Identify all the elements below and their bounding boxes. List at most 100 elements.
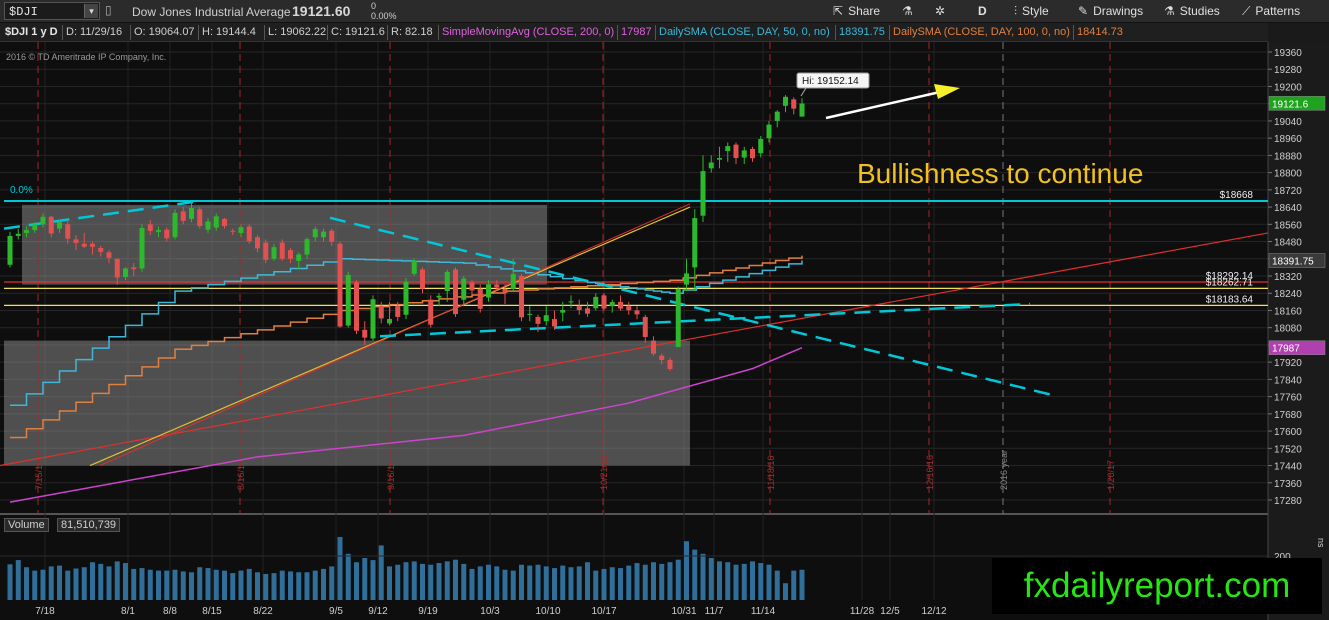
volume-bar: [81, 567, 87, 600]
y-tick-label: 17440: [1274, 462, 1302, 473]
y-tick-label: 17360: [1274, 479, 1302, 490]
info-open: O: 19064.07: [134, 26, 195, 38]
volume-bar: [700, 553, 706, 600]
volume-bar: [263, 573, 269, 600]
candle-body: [32, 224, 38, 231]
candle-body: [444, 271, 450, 292]
volume-bar: [774, 570, 780, 600]
volume-bar: [717, 561, 722, 600]
share-button[interactable]: ⇱ Share: [833, 0, 880, 23]
candles-icon: ⫶: [1014, 4, 1018, 18]
y-tick-label: 19280: [1274, 65, 1302, 76]
candle-body: [651, 340, 656, 354]
flask-button[interactable]: ⚗: [902, 0, 918, 23]
sma100-value: 18414.73: [1077, 26, 1123, 38]
volume-bar: [213, 569, 219, 600]
volume-bar: [799, 569, 805, 600]
volume-bar: [750, 561, 755, 600]
symbol-lookup-icon[interactable]: ▯: [105, 3, 119, 19]
sma200-label[interactable]: SimpleMovingAvg (CLOSE, 200, 0): [442, 26, 614, 38]
annotation-text: Bullishness to continue: [857, 158, 1144, 189]
drawings-button[interactable]: ✎ Drawings: [1078, 0, 1143, 23]
candle-body: [123, 268, 128, 278]
y-tick-label: 19200: [1274, 82, 1302, 93]
volume-bar: [362, 558, 368, 600]
info-high: H: 19144.4: [202, 26, 256, 38]
candle-body: [164, 229, 170, 239]
volume-bar: [684, 541, 689, 600]
volume-bar: [733, 564, 739, 600]
change-value: 0: [371, 1, 377, 11]
volume-bar: [741, 563, 747, 600]
candle-body: [486, 284, 491, 298]
candle-body: [428, 299, 434, 325]
volume-bar: [271, 573, 277, 600]
patterns-label: Patterns: [1255, 4, 1301, 18]
info-range: R: 82.18: [391, 26, 433, 38]
patterns-button[interactable]: ⟋ Patterns: [1242, 0, 1300, 23]
candle-body: [543, 315, 549, 322]
price-bubble-label: 17987: [1272, 344, 1300, 355]
y-tick-label: 17280: [1274, 496, 1302, 507]
volume-bar: [378, 545, 384, 600]
candle-body: [139, 227, 145, 269]
x-tick-label: 10/3: [480, 606, 500, 617]
x-tick-label: 9/12: [368, 606, 388, 617]
candle-body: [403, 281, 409, 315]
candle-body: [758, 139, 764, 154]
price-chart[interactable]: 7/15/16 8/16/16 9/16/16 10/21/16 11/18/16 12/…: [0, 42, 1329, 620]
y-tick-label: 18720: [1274, 186, 1302, 197]
x-tick-label: 8/1: [121, 606, 135, 617]
candle-body: [106, 252, 112, 258]
volume-bar: [172, 569, 178, 600]
volume-bar: [667, 562, 673, 600]
y-tick-label: 18480: [1274, 238, 1302, 249]
chart-title[interactable]: $DJI 1 y D: [5, 26, 58, 38]
y-tick-label: 17920: [1274, 358, 1302, 369]
volume-bar: [387, 566, 392, 600]
time-marker-label: 10/21/16: [599, 455, 609, 490]
time-marker-label: 11/18/16: [766, 456, 776, 490]
settings-button[interactable]: ✲: [935, 0, 950, 23]
y-tick-label: 17680: [1274, 410, 1302, 421]
candle-body: [684, 273, 689, 285]
candle-body: [708, 162, 714, 169]
candle-body: [205, 221, 211, 230]
sma100-label[interactable]: DailySMA (CLOSE, DAY, 100, 0, no): [893, 26, 1070, 38]
volume-bar: [131, 568, 137, 600]
volume-bar: [370, 560, 376, 600]
studies-button[interactable]: ⚗ Studies: [1164, 0, 1220, 23]
candle-body: [535, 316, 541, 324]
candle-body: [263, 242, 269, 260]
y-tick-label: 18800: [1274, 169, 1302, 180]
info-date: D: 11/29/16: [66, 26, 123, 38]
candle-body: [90, 243, 95, 247]
volume-bar: [502, 569, 508, 600]
candle-body: [81, 243, 87, 247]
candle-body: [420, 269, 425, 289]
volume-label[interactable]: Volume: [4, 518, 49, 532]
volume-bar: [15, 560, 21, 600]
instrument-name: Dow Jones Industrial Average: [132, 5, 291, 19]
volume-bar: [164, 570, 170, 600]
volume-bar: [766, 564, 772, 600]
last-price: 19121.60: [292, 3, 351, 19]
style-button[interactable]: ⫶ Style: [1014, 0, 1049, 23]
volume-bar: [288, 571, 293, 600]
candle-body: [692, 218, 698, 268]
info-low: L: 19062.22: [268, 26, 327, 38]
volume-bar: [510, 570, 516, 600]
candle-body: [618, 301, 623, 309]
x-tick-label: 10/31: [671, 606, 696, 617]
aggregation-button[interactable]: D: [978, 0, 987, 23]
sma50-label[interactable]: DailySMA (CLOSE, DAY, 50, 0, no): [659, 26, 830, 38]
symbol-dropdown-icon[interactable]: ▾: [84, 4, 98, 18]
y-tick-label: 18960: [1274, 134, 1302, 145]
candle-body: [131, 267, 137, 270]
candle-body: [469, 282, 475, 291]
candle-body: [172, 212, 178, 238]
candle-body: [180, 211, 186, 221]
symbol-input[interactable]: $DJI ▾: [4, 2, 100, 20]
volume-bar: [601, 568, 607, 600]
volume-bar: [436, 563, 442, 600]
